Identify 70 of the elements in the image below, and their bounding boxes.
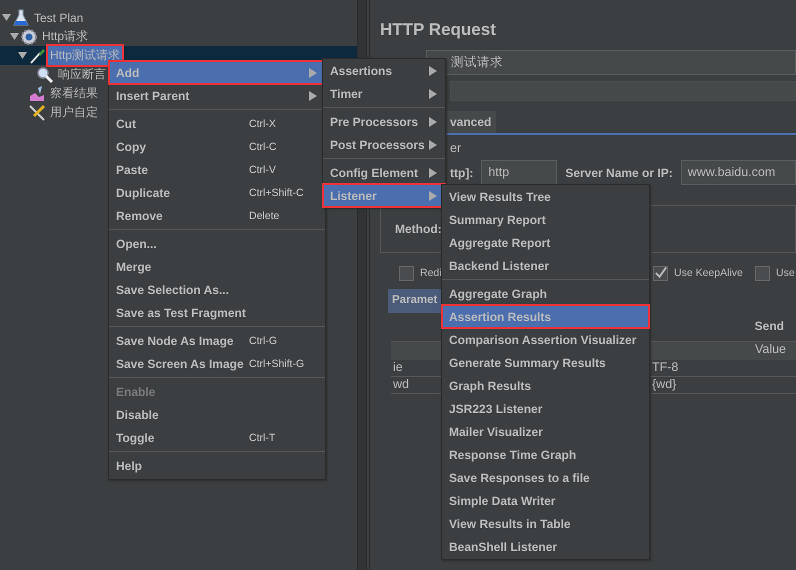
menu-item[interactable]: Open... xyxy=(109,232,325,255)
protocol-field[interactable]: http xyxy=(481,160,558,185)
menu-item[interactable]: Generate Summary Results xyxy=(442,351,649,374)
panel-title: HTTP Request xyxy=(380,20,497,41)
menu-item[interactable]: Aggregate Graph xyxy=(442,282,649,305)
menu-item[interactable]: Save Responses to a file xyxy=(442,466,649,489)
menu-item[interactable]: Config Element xyxy=(323,161,445,184)
menu-item[interactable]: Post Processors xyxy=(323,133,445,156)
section-label: er xyxy=(450,141,462,155)
column-header: Value xyxy=(754,342,786,356)
tree-item[interactable]: 响应断言 xyxy=(56,65,108,84)
menu-item[interactable]: Save Selection As... xyxy=(109,278,325,301)
chart-icon xyxy=(28,84,46,102)
magnifier-icon xyxy=(36,66,54,84)
tree-item[interactable]: Http请求 xyxy=(40,27,90,46)
tree-item[interactable]: Test Plan xyxy=(32,10,86,26)
table-cell: TF-8 xyxy=(652,360,678,376)
protocol-label: ttp]: xyxy=(450,166,474,180)
gear-icon xyxy=(20,28,38,46)
checkbox[interactable] xyxy=(653,266,668,280)
expand-arrow-icon[interactable] xyxy=(10,32,18,41)
menu-item[interactable]: Merge xyxy=(109,255,325,278)
menu-item[interactable]: Remove Delete xyxy=(109,204,325,227)
wrench-icon xyxy=(28,104,46,122)
menu-item[interactable]: Paste Ctrl-V xyxy=(109,158,325,181)
tree-item[interactable]: 察看结果 xyxy=(48,84,100,103)
menu-item[interactable]: Duplicate Ctrl+Shift-C xyxy=(109,181,325,204)
send-label: Send xyxy=(754,319,784,333)
option-label: Use xyxy=(776,267,795,279)
menu-item[interactable]: Pre Processors xyxy=(323,110,445,133)
menu-item[interactable]: BeanShell Listener xyxy=(442,535,649,558)
table-cell-text: wd xyxy=(392,377,410,393)
tree-item[interactable]: 用户自定 xyxy=(48,103,100,122)
menu-item[interactable]: Copy Ctrl-C xyxy=(109,135,325,158)
menu-item[interactable]: Aggregate Report xyxy=(442,231,649,254)
menu-item[interactable]: Summary Report xyxy=(442,208,649,231)
pipette-icon xyxy=(28,46,46,64)
menu-item[interactable]: Save Node As Image Ctrl-G xyxy=(109,329,325,352)
checkbox[interactable] xyxy=(399,266,414,280)
menu-item[interactable]: Toggle Ctrl-T xyxy=(109,426,325,449)
menu-item[interactable]: Disable xyxy=(109,403,325,426)
server-label: Server Name or IP: xyxy=(565,166,673,180)
parameters-tab[interactable]: Paramet xyxy=(388,289,442,313)
expand-arrow-icon[interactable] xyxy=(2,13,10,22)
menu-item[interactable]: Timer xyxy=(323,82,445,105)
menu-item[interactable]: Comparison Assertion Visualizer xyxy=(442,328,649,351)
menu-item[interactable]: Cut Ctrl-X xyxy=(109,112,325,135)
menu-item[interactable]: Save Screen As Image Ctrl+Shift-G xyxy=(109,352,325,375)
menu-item[interactable]: JSR223 Listener xyxy=(442,397,649,420)
method-label: Method: xyxy=(395,222,442,236)
flask-icon xyxy=(12,8,30,26)
menu-item[interactable]: Simple Data Writer xyxy=(442,489,649,512)
menu-item[interactable]: Response Time Graph xyxy=(442,443,649,466)
menu-item[interactable]: Backend Listener xyxy=(442,254,649,277)
advanced-tab[interactable]: vanced xyxy=(446,111,496,133)
option-label: Use KeepAlive xyxy=(674,267,743,279)
menu-item[interactable]: Help xyxy=(109,454,325,477)
menu-item[interactable]: Graph Results xyxy=(442,374,649,397)
menu-item[interactable]: View Results Tree xyxy=(442,185,649,208)
menu-item[interactable]: View Results in Table xyxy=(442,512,649,535)
menu-item[interactable]: Save as Test Fragment xyxy=(109,301,325,324)
option-label: Redi xyxy=(420,267,442,279)
menu-item[interactable]: Mailer Visualizer xyxy=(442,420,649,443)
table-cell: {wd} xyxy=(652,377,676,393)
menu-item[interactable]: Insert Parent xyxy=(109,84,325,107)
server-field[interactable]: www.baidu.com xyxy=(680,160,796,185)
table-cell-text: ie xyxy=(392,360,404,376)
checkbox[interactable] xyxy=(755,266,770,280)
expand-arrow-icon[interactable] xyxy=(18,51,26,60)
name-field[interactable]: 测试请求 xyxy=(426,50,796,75)
